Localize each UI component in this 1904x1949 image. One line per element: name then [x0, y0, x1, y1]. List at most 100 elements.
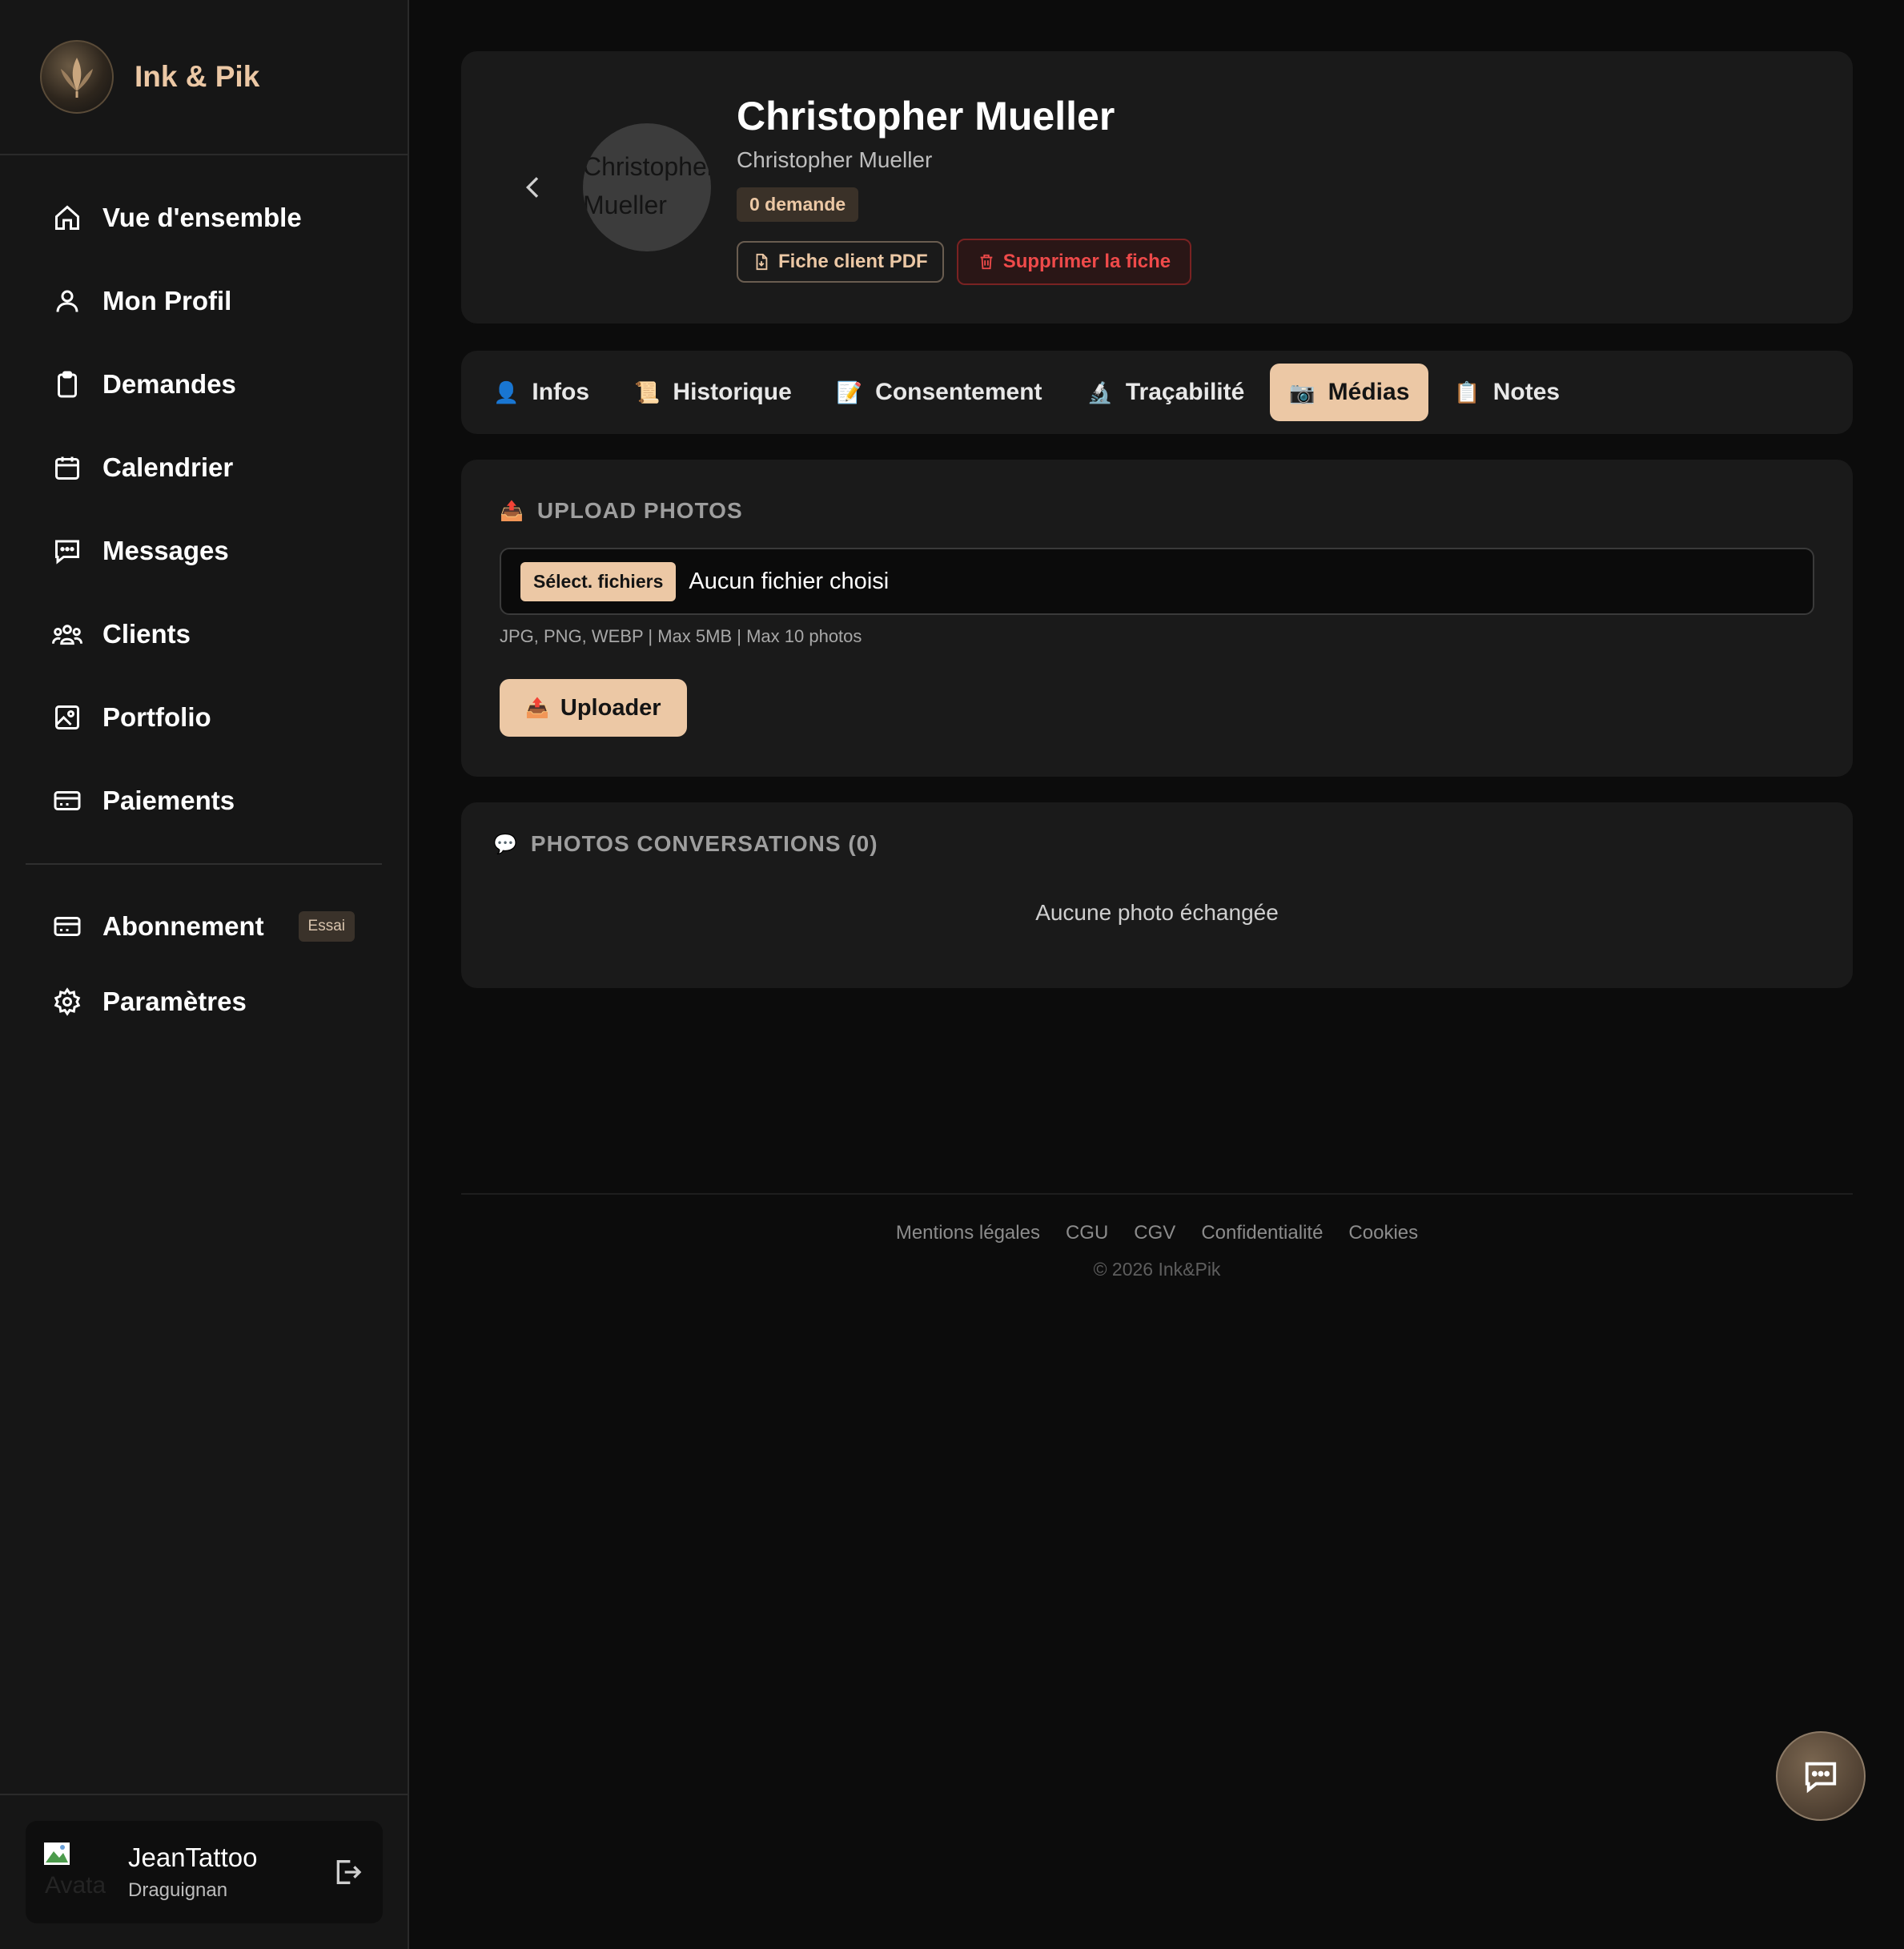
chat-icon [1805, 1762, 1837, 1794]
sidebar-item-label: Paiements [102, 786, 235, 815]
client-tabs: 👤 Infos 📜 Historique 📝 Consentement 🔬 Tr… [461, 351, 1853, 434]
outbox-icon: 📤 [525, 697, 549, 719]
client-header: Christopher Mueller Christopher Mueller … [461, 51, 1853, 323]
sidebar-item-portfolio[interactable]: Portfolio [0, 676, 408, 759]
delete-client-button[interactable]: Supprimer la fiche [956, 239, 1192, 285]
tab-notes[interactable]: 📋 Notes [1435, 364, 1579, 421]
footer-link-privacy[interactable]: Confidentialité [1201, 1222, 1323, 1244]
user-city: Draguignan [128, 1879, 228, 1901]
sidebar-item-messages[interactable]: Messages [0, 509, 408, 593]
sidebar-item-label: Clients [102, 619, 191, 649]
credit-card-icon [51, 910, 83, 942]
trash-icon [980, 254, 993, 270]
empty-state: Aucune photo échangée [1035, 900, 1279, 925]
brand-name: Ink & Pik [135, 60, 260, 93]
user-icon: 👤 [493, 380, 520, 404]
footer-link-cgu[interactable]: CGU [1066, 1222, 1108, 1244]
sidebar-item-label: Calendrier [102, 452, 234, 482]
message-icon [51, 535, 83, 567]
sidebar-footer: Avatar JeanTattoo Draguignan [0, 1794, 408, 1949]
user-icon [51, 285, 83, 317]
file-pdf-icon [756, 253, 768, 271]
sidebar-nav: Vue d'ensemble Mon Profil Demandes Calen… [0, 155, 408, 1039]
sidebar-item-settings[interactable]: Paramètres [0, 964, 408, 1039]
sidebar-item-requests[interactable]: Demandes [0, 343, 408, 426]
credit-card-icon [51, 785, 83, 817]
footer-links: Mentions légales CGU CGV Confidentialité… [461, 1222, 1853, 1244]
conversation-photos-section: 💬 PHOTOS CONVERSATIONS (0) Aucune photo … [461, 802, 1853, 988]
sidebar-item-label: Demandes [102, 369, 236, 399]
sidebar-item-label: Vue d'ensemble [102, 203, 302, 232]
sidebar-item-payments[interactable]: Paiements [0, 759, 408, 842]
client-avatar: Christopher Mueller [583, 123, 711, 251]
client-avatar-alt: Christopher [583, 152, 711, 181]
footer-link-legal[interactable]: Mentions légales [896, 1222, 1040, 1244]
avatar-alt-text: Avatar [45, 1872, 106, 1899]
tab-label: Médias [1328, 379, 1410, 405]
feather-logo-icon [40, 40, 114, 114]
client-pdf-label: Fiche client PDF [778, 251, 928, 272]
upload-title: UPLOAD PHOTOS [536, 498, 743, 523]
sidebar-item-profile[interactable]: Mon Profil [0, 259, 408, 343]
file-input[interactable]: Sélect. fichiers Aucun fichier choisi [500, 548, 1814, 615]
user-card[interactable]: Avatar JeanTattoo Draguignan [26, 1821, 383, 1923]
user-info: JeanTattoo Draguignan [128, 1843, 257, 1902]
tab-label: Infos [532, 379, 590, 405]
footer-link-cookies[interactable]: Cookies [1348, 1222, 1418, 1244]
clipboard-icon [51, 368, 83, 400]
sidebar-item-calendar[interactable]: Calendrier [0, 426, 408, 509]
sidebar: Ink & Pik Vue d'ensemble Mon Profil Dema… [0, 0, 409, 1949]
main-content: Christopher Mueller Christopher Mueller … [461, 51, 1853, 1280]
image-icon [51, 701, 83, 733]
sidebar-item-subscription[interactable]: Abonnement Essai [0, 889, 408, 964]
brand[interactable]: Ink & Pik [0, 0, 408, 155]
speech-bubble-icon: 💬 [493, 833, 518, 855]
tab-consentement[interactable]: 📝 Consentement [817, 364, 1062, 421]
outbox-icon: 📤 [500, 500, 524, 522]
sidebar-item-overview[interactable]: Vue d'ensemble [0, 176, 408, 259]
select-files-button[interactable]: Sélect. fichiers [520, 561, 677, 601]
user-name: JeanTattoo [128, 1843, 258, 1872]
tab-tracabilite[interactable]: 🔬 Traçabilité [1068, 364, 1264, 421]
calendar-icon [51, 452, 83, 484]
back-chevron-icon[interactable] [517, 171, 549, 203]
copyright: © 2026 Ink&Pik [1093, 1259, 1221, 1280]
sidebar-item-clients[interactable]: Clients [0, 593, 408, 676]
upload-photos-section: 📤 UPLOAD PHOTOS Sélect. fichiers Aucun f… [461, 460, 1853, 777]
home-icon [51, 202, 83, 234]
gear-icon [51, 986, 83, 1018]
file-status: Aucun fichier choisi [689, 568, 890, 594]
page-title: Christopher Mueller [737, 94, 1115, 139]
sidebar-item-label: Abonnement [102, 911, 264, 941]
tab-label: Notes [1492, 379, 1561, 405]
sidebar-divider [26, 863, 382, 865]
sidebar-item-label: Paramètres [102, 987, 247, 1016]
request-count-badge: 0 demande [737, 187, 859, 222]
client-actions: Fiche client PDF Supprimer la fiche [737, 239, 1192, 285]
logout-icon[interactable] [331, 1856, 364, 1888]
tab-label: Consentement [875, 379, 1042, 405]
section-title: 📤 UPLOAD PHOTOS [500, 498, 1814, 524]
footer-link-cgv[interactable]: CGV [1134, 1222, 1175, 1244]
chat-button[interactable] [1776, 1731, 1866, 1821]
sidebar-item-label: Messages [102, 536, 229, 565]
trial-badge: Essai [298, 911, 355, 942]
photos-title: PHOTOS CONVERSATIONS (0) [530, 831, 878, 856]
section-title: 💬 PHOTOS CONVERSATIONS (0) [493, 831, 1821, 857]
tab-medias[interactable]: 📷 Médias [1270, 364, 1429, 421]
upload-button-label: Uploader [560, 694, 661, 721]
client-avatar-alt: Mueller [583, 191, 667, 219]
client-subtitle: Christopher Mueller [737, 147, 933, 172]
tab-historique[interactable]: 📜 Historique [615, 364, 811, 421]
avatar: Avatar [42, 1840, 106, 1904]
tab-label: Historique [673, 379, 792, 405]
tab-infos[interactable]: 👤 Infos [474, 364, 609, 421]
memo-icon: 📝 [836, 380, 863, 404]
client-pdf-button[interactable]: Fiche client PDF [737, 241, 944, 283]
footer: Mentions légales CGU CGV Confidentialité… [461, 1193, 1853, 1280]
camera-icon: 📷 [1289, 380, 1316, 404]
microscope-icon: 🔬 [1087, 380, 1113, 404]
clipboard-icon: 📋 [1454, 380, 1480, 404]
upload-button[interactable]: 📤 Uploader [500, 679, 687, 737]
users-icon [51, 618, 83, 650]
